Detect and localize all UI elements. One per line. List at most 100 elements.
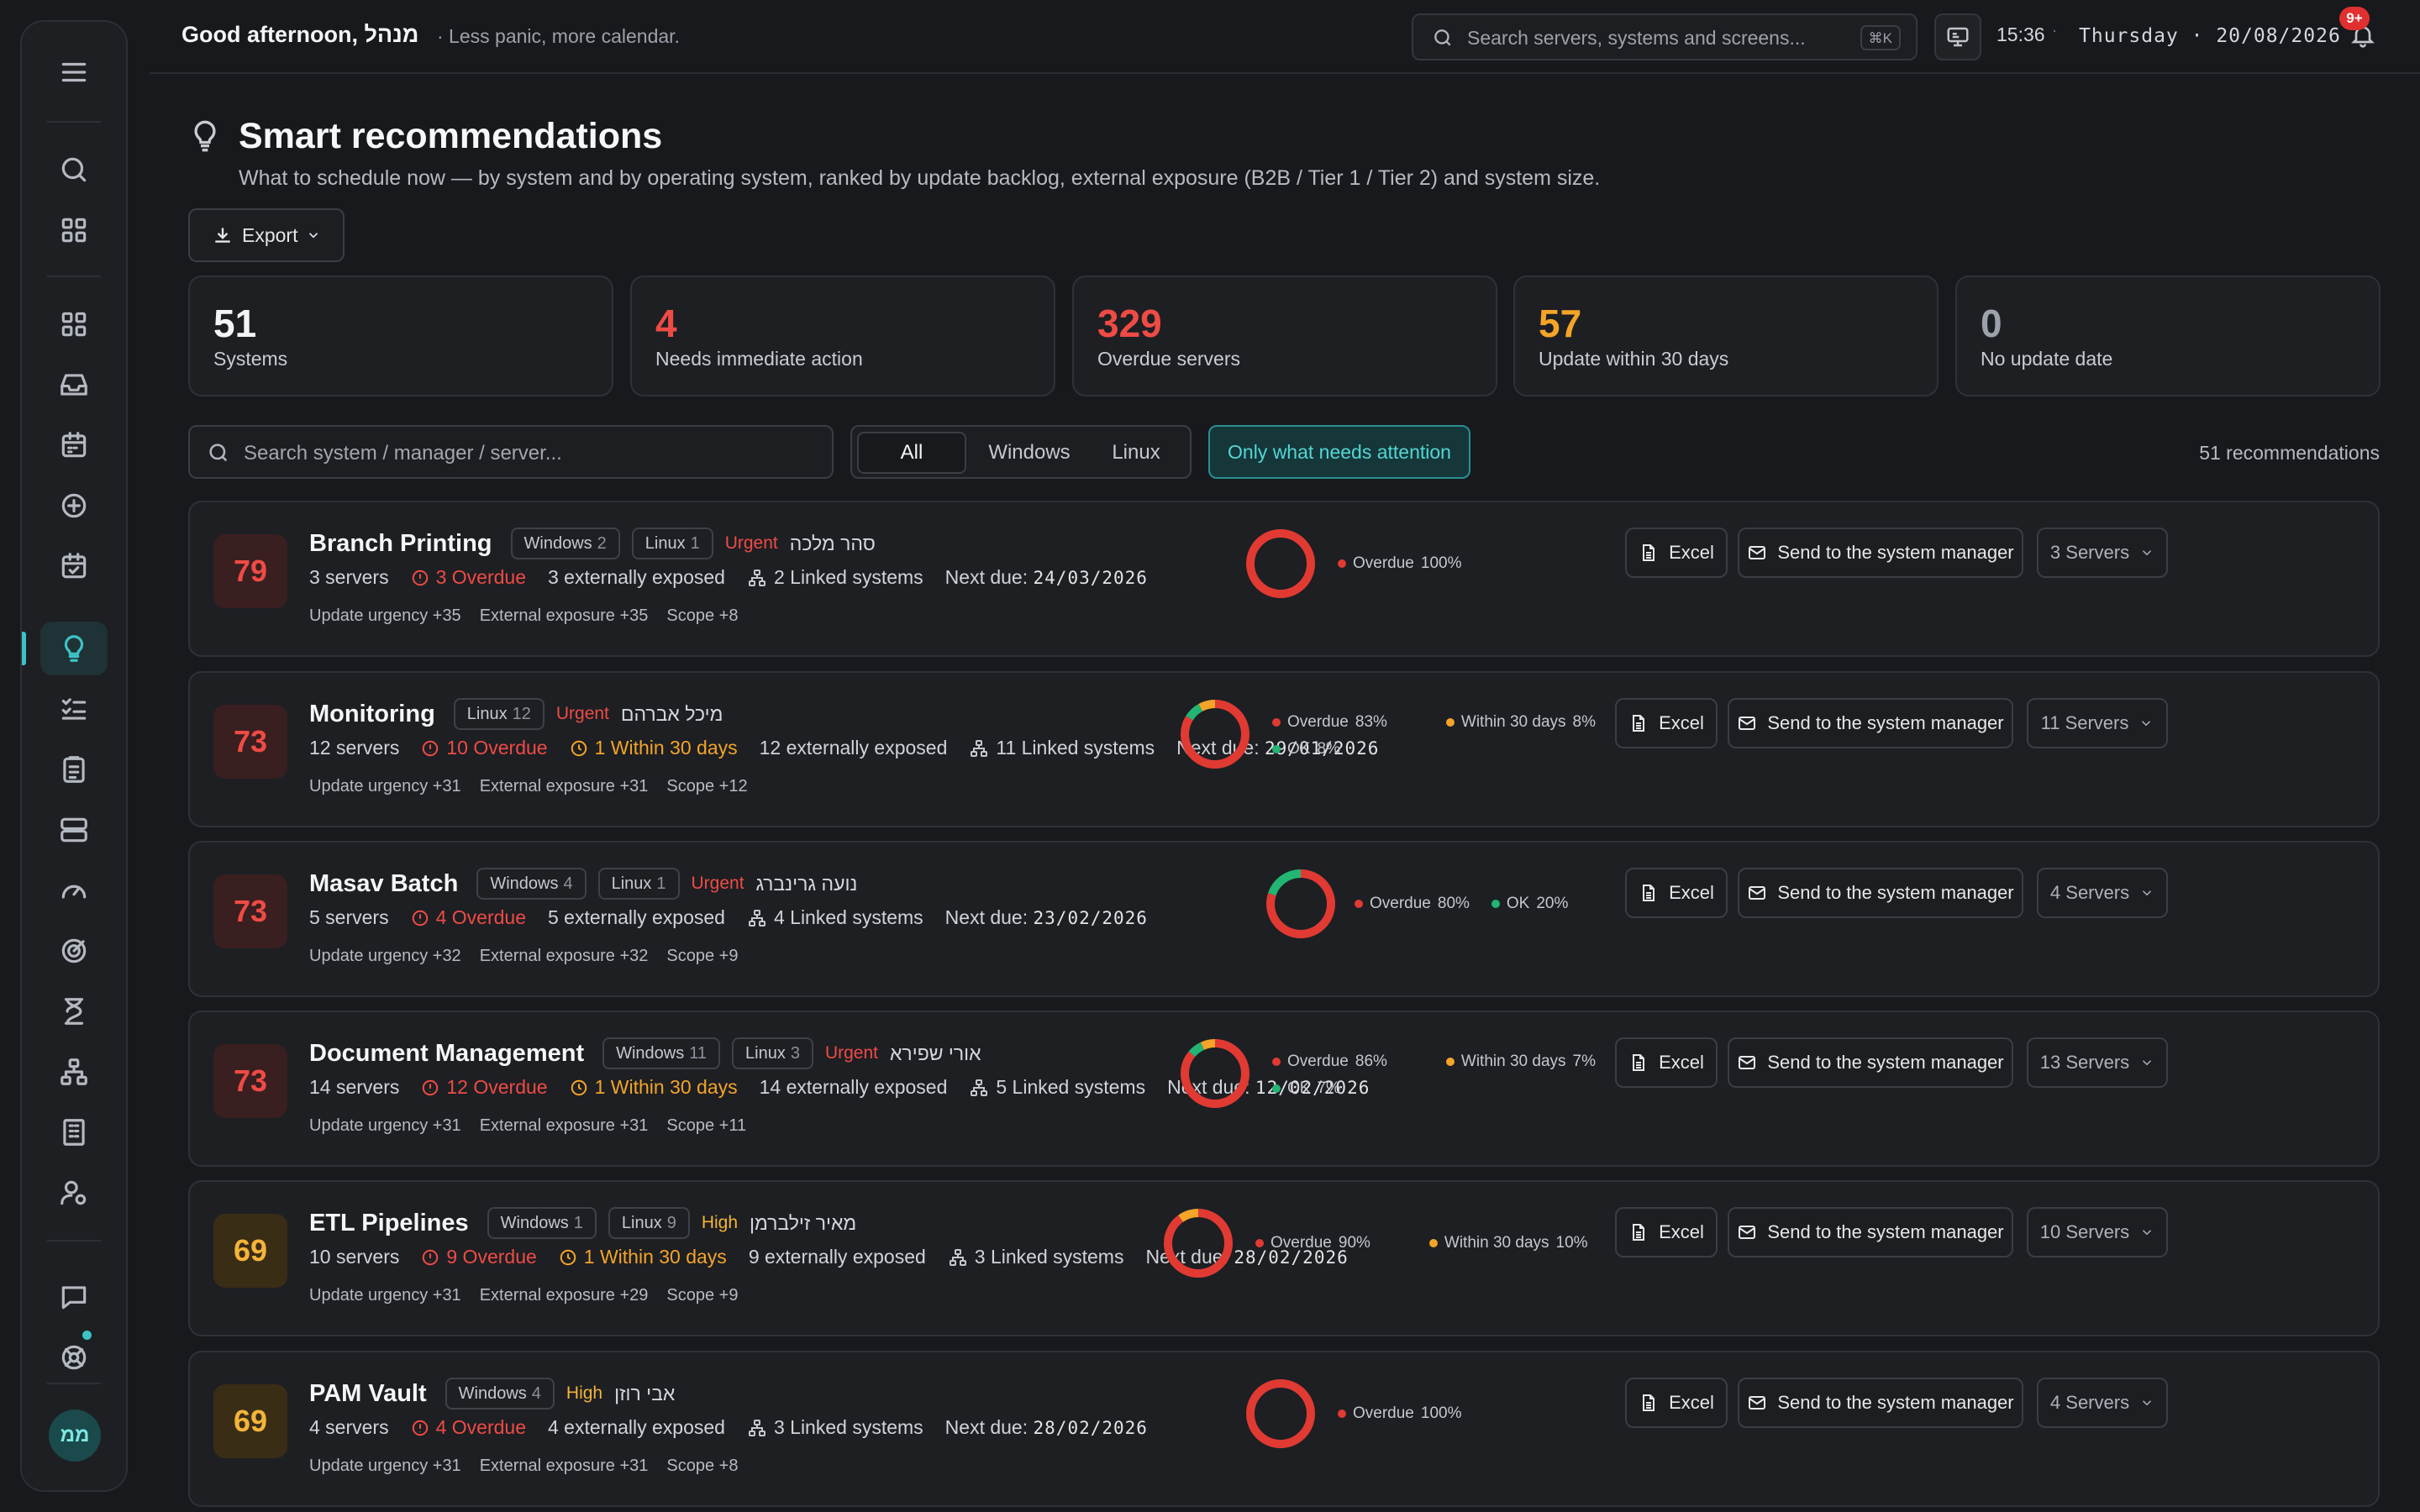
excel-button[interactable]: Excel — [1615, 698, 1718, 748]
recommendation-card[interactable]: 79 Branch Printing Windows 2 Linux 1 Urgent סהר… — [188, 501, 2380, 657]
mail-icon — [1749, 1396, 1766, 1410]
linked-systems: 5 Linked systems — [969, 1076, 1145, 1099]
tab-linux[interactable]: Linux — [1087, 432, 1185, 474]
scope: Scope +11 — [666, 1116, 747, 1135]
status-legend: Overdue 100% — [1338, 1404, 1461, 1431]
greeting: Good afternoon, מנהל — [182, 22, 419, 47]
os-tag: Linux 9 — [608, 1207, 690, 1239]
clock-icon — [571, 740, 587, 756]
avatar[interactable]: ממ — [49, 1410, 101, 1462]
legend-item-within: Within 30 days 10% — [1428, 1234, 1588, 1252]
score-breakdown: Update urgency +31 External exposure +31 S… — [309, 777, 748, 796]
mail-icon — [1739, 1226, 1756, 1239]
servers-dropdown[interactable]: 10 Servers — [2027, 1207, 2168, 1257]
user-settings-icon[interactable] — [40, 1166, 108, 1220]
linked-systems: 3 Linked systems — [948, 1246, 1123, 1268]
legend-dot — [1355, 900, 1363, 908]
sitemap-icon[interactable] — [40, 1045, 108, 1099]
clipboard-icon[interactable] — [40, 743, 108, 796]
linked-systems-icon — [971, 739, 988, 757]
send-to-manager-button[interactable]: Send to the system manager — [1738, 868, 2023, 918]
excel-button[interactable]: Excel — [1625, 868, 1728, 918]
overdue-text: 3 Overdue — [435, 566, 526, 588]
servers-dropdown[interactable]: 4 Servers — [2037, 1378, 2168, 1428]
legend-dot — [1272, 718, 1281, 727]
recommendation-card[interactable]: 69 ETL Pipelines Windows 1 Linux 9 High מאיר זי… — [188, 1180, 2380, 1336]
display-toggle-button[interactable] — [1934, 13, 1981, 60]
target-icon[interactable] — [40, 924, 108, 978]
overdue-text: 4 Overdue — [435, 1416, 526, 1438]
add-circle-icon[interactable] — [40, 479, 108, 533]
send-to-manager-button[interactable]: Send to the system manager — [1728, 1037, 2013, 1088]
excel-button[interactable]: Excel — [1625, 528, 1728, 578]
update-urgency: Update urgency +31 — [309, 1457, 461, 1475]
search-icon[interactable] — [40, 143, 108, 197]
next-due: Next due: 24/03/2026 — [945, 566, 1148, 589]
excel-button[interactable]: Excel — [1615, 1037, 1718, 1088]
lightbulb-icon[interactable] — [40, 622, 108, 675]
system-owner: נועה גרינברג — [755, 872, 858, 895]
file-sheet-icon — [1633, 715, 1645, 732]
system-name[interactable]: Branch Printing — [309, 530, 492, 558]
legend-label: OK — [1287, 740, 1311, 758]
send-to-manager-button[interactable]: Send to the system manager — [1738, 1378, 2023, 1428]
server-icon[interactable] — [40, 803, 108, 857]
server-count: 14 servers — [309, 1076, 400, 1098]
recommendation-card[interactable]: 69 PAM Vault Windows 4 High אבי רוזן 4 servers… — [188, 1351, 2380, 1507]
help-icon[interactable] — [40, 1331, 108, 1384]
excel-button[interactable]: Excel — [1615, 1207, 1718, 1257]
status-legend: Overdue 80% OK 20% — [1355, 895, 1568, 921]
hourglass-icon[interactable] — [40, 984, 108, 1038]
system-name[interactable]: Monitoring — [309, 701, 435, 728]
exposed-count: 9 externally exposed — [748, 1246, 926, 1268]
system-search-input[interactable]: Search system / manager / server... — [188, 425, 834, 479]
legend-label: Overdue — [1287, 713, 1349, 731]
gauge-icon[interactable] — [40, 864, 108, 917]
inbox-icon[interactable] — [40, 358, 108, 412]
legend-item-overdue: Overdue 100% — [1338, 1404, 1461, 1423]
servers-dropdown[interactable]: 11 Servers — [2027, 698, 2168, 748]
attention-filter-button[interactable]: Only what needs attention — [1208, 425, 1470, 479]
stat-value: 0 — [1981, 302, 2002, 345]
exposed-count: 12 externally exposed — [759, 737, 948, 759]
send-label: Send to the system manager — [1767, 1221, 2004, 1242]
system-name[interactable]: ETL Pipelines — [309, 1210, 469, 1237]
calendar-check-icon[interactable] — [40, 539, 108, 593]
legend-label: Within 30 days — [1444, 1234, 1549, 1252]
servers-dropdown[interactable]: 3 Servers — [2037, 528, 2168, 578]
send-to-manager-button[interactable]: Send to the system manager — [1728, 1207, 2013, 1257]
os-tag-count: 12 — [512, 704, 531, 723]
clock-icon — [560, 1249, 576, 1265]
servers-dropdown[interactable]: 4 Servers — [2037, 868, 2168, 918]
tab-all[interactable]: All — [857, 432, 966, 474]
recommendation-card[interactable]: 73 Document Management Windows 11 Linux 3 Urge… — [188, 1011, 2380, 1167]
calendar-icon[interactable] — [40, 418, 108, 472]
system-name[interactable]: PAM Vault — [309, 1380, 427, 1408]
legend-dot — [1338, 1410, 1346, 1418]
dashboard-icon[interactable] — [40, 297, 108, 351]
chat-icon[interactable] — [40, 1270, 108, 1324]
download-icon — [215, 228, 230, 243]
global-search[interactable]: Search servers, systems and screens... ⌘… — [1412, 13, 1918, 60]
donut-segment-overdue — [1164, 1209, 1233, 1278]
overdue-text: 9 Overdue — [446, 1246, 537, 1268]
recommendation-card[interactable]: 73 Monitoring Linux 12 Urgent מיכל אברהם 12 se… — [188, 671, 2380, 827]
checklist-icon[interactable] — [40, 682, 108, 736]
stat-card: 57 Update within 30 days — [1513, 276, 1939, 396]
card-metrics-line: 3 servers 3 Overdue 3 externally exposed 2 … — [309, 566, 1148, 589]
mail-icon — [1749, 886, 1766, 900]
send-to-manager-button[interactable]: Send to the system manager — [1728, 698, 2013, 748]
external-exposure: External exposure +35 — [479, 606, 649, 625]
send-to-manager-button[interactable]: Send to the system manager — [1738, 528, 2023, 578]
system-name[interactable]: Document Management — [309, 1040, 584, 1068]
export-button[interactable]: Export — [188, 208, 345, 262]
excel-button[interactable]: Excel — [1625, 1378, 1728, 1428]
apps-grid-icon[interactable] — [40, 203, 108, 257]
servers-dropdown[interactable]: 13 Servers — [2027, 1037, 2168, 1088]
menu-icon[interactable] — [40, 45, 108, 99]
tab-windows[interactable]: Windows — [975, 432, 1084, 474]
building-icon[interactable] — [40, 1105, 108, 1159]
recommendation-card[interactable]: 73 Masav Batch Windows 4 Linux 1 Urgent נועה גר… — [188, 841, 2380, 997]
servers-dropdown-label: 10 Servers — [2039, 1221, 2130, 1242]
system-name[interactable]: Masav Batch — [309, 870, 458, 898]
